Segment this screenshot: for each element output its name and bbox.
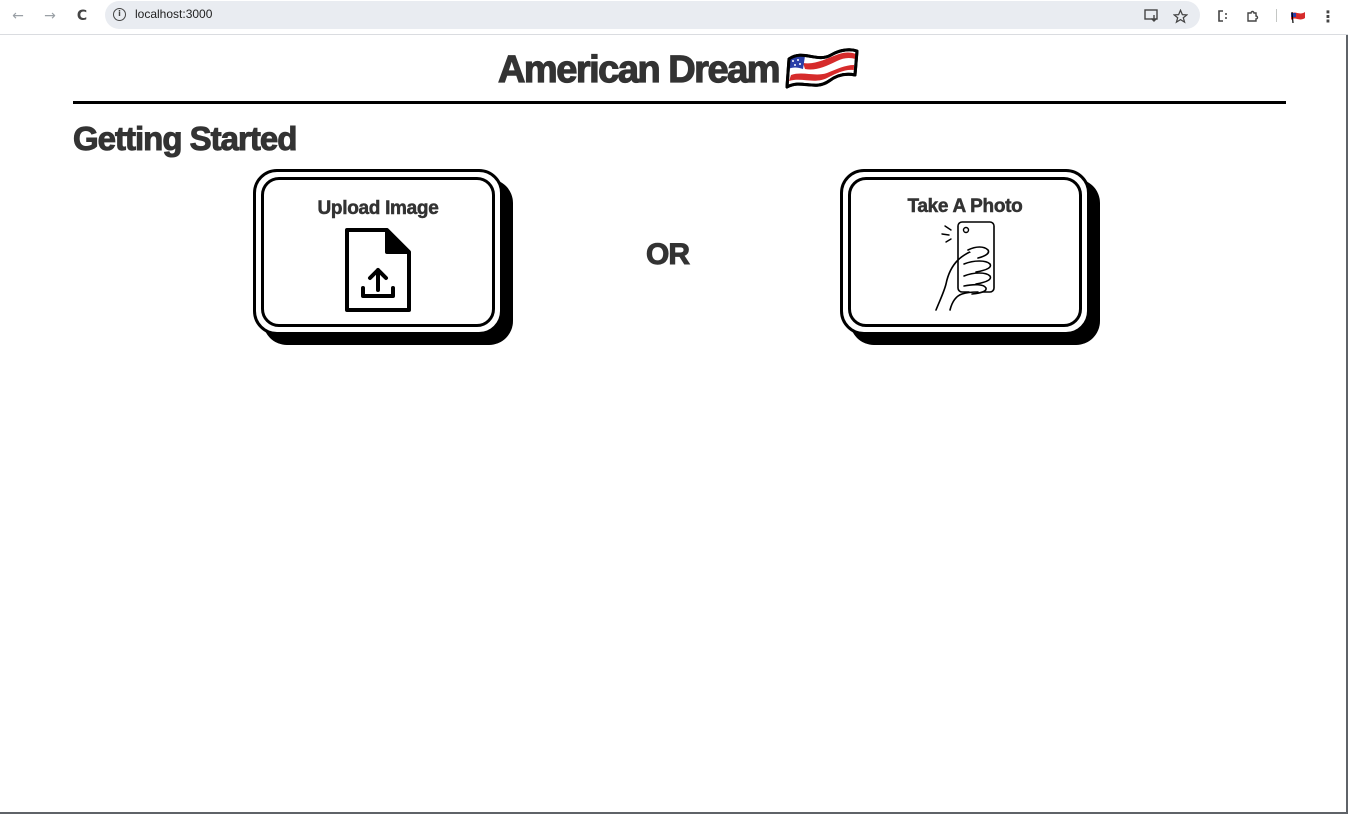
site-info-icon[interactable]: i	[113, 8, 126, 21]
upload-card-inner: Upload Image	[261, 177, 495, 327]
file-upload-icon	[345, 228, 411, 312]
photo-label: Take A Photo	[907, 196, 1023, 218]
install-app-icon[interactable]	[1143, 7, 1161, 25]
back-icon[interactable]: ←	[8, 6, 28, 26]
hand-holding-phone-icon	[935, 221, 995, 311]
address-bar[interactable]: i localhost:3000	[105, 1, 1200, 29]
menu-kebab-icon[interactable]: ⋮	[1318, 6, 1338, 26]
url-text[interactable]: localhost:3000	[135, 7, 212, 21]
extensions-puzzle-icon[interactable]	[1243, 6, 1263, 26]
header-divider	[73, 101, 1286, 104]
section-title: Getting Started	[72, 120, 297, 158]
upload-image-button[interactable]: Upload Image	[253, 169, 515, 347]
bookmark-star-icon[interactable]	[1171, 7, 1189, 25]
photo-card[interactable]: Take A Photo	[840, 169, 1090, 335]
browser-toolbar: ← → C i localhost:3000 ⋮	[0, 0, 1348, 31]
extension-c-icon[interactable]	[1212, 6, 1232, 26]
app-title: American Dream	[497, 48, 781, 91]
reload-icon[interactable]: C	[72, 6, 92, 26]
upload-label: Upload Image	[317, 198, 439, 220]
take-photo-button[interactable]: Take A Photo	[840, 169, 1102, 347]
app-header: American Dream	[73, 42, 1286, 98]
toolbar-divider	[1276, 9, 1277, 22]
upload-card[interactable]: Upload Image	[253, 169, 503, 335]
forward-icon[interactable]: →	[40, 6, 60, 26]
or-separator: OR	[646, 238, 691, 272]
waving-flag-icon	[785, 48, 859, 89]
profile-avatar-icon[interactable]	[1288, 6, 1308, 26]
photo-card-inner: Take A Photo	[848, 177, 1082, 327]
